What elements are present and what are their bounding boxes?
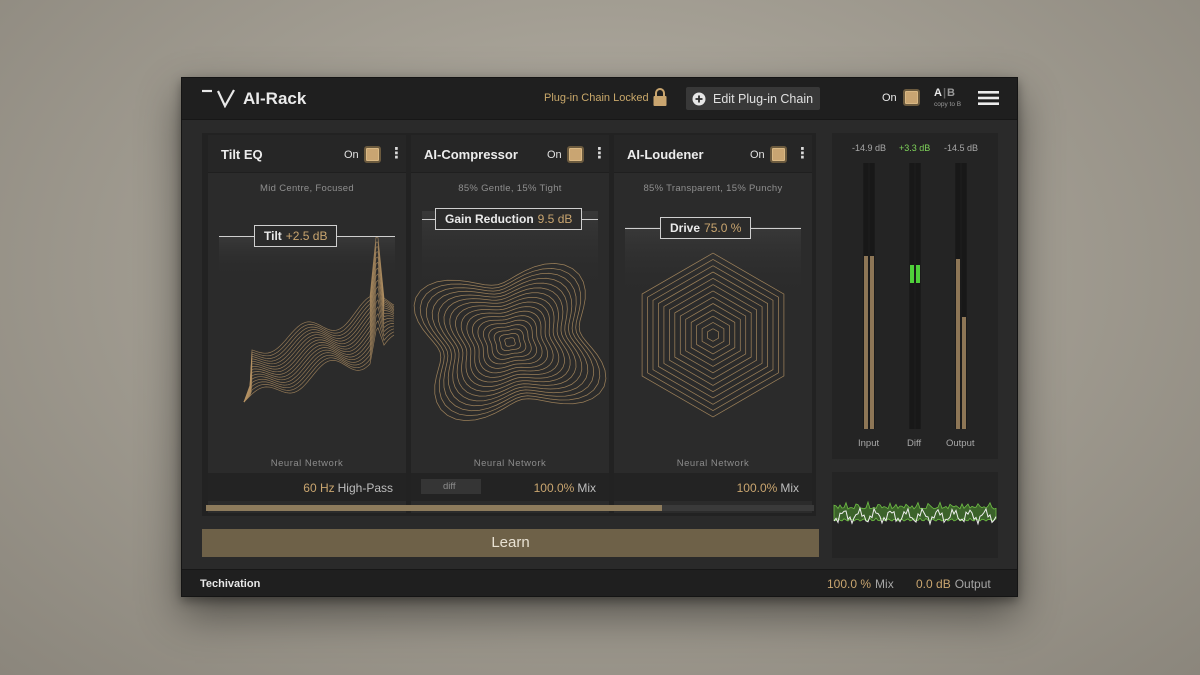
level-meters-panel: -14.9 dB +3.3 dB -14.5 dB Input Diff Out… bbox=[832, 133, 998, 459]
diff-meter bbox=[909, 163, 921, 429]
waveform-display bbox=[832, 472, 998, 558]
module-tilt-eq: Tilt EQ On ⋮ Mid Centre, Focused Tilt +2.… bbox=[208, 135, 406, 513]
brand-label: Techivation bbox=[200, 578, 261, 590]
plus-circle-icon bbox=[692, 92, 706, 105]
module-subtitle: 85% Gentle, 15% Tight bbox=[458, 183, 562, 194]
high-pass-control[interactable]: 60 Hz High-Pass bbox=[303, 481, 393, 495]
drive-param-box[interactable]: Drive 75.0 % bbox=[660, 217, 752, 239]
techivation-logo-icon bbox=[202, 89, 235, 108]
module-bottom-bar: 60 Hz High-Pass bbox=[208, 473, 406, 501]
diff-meter-left-fill bbox=[910, 264, 914, 283]
global-on-label: On bbox=[882, 92, 897, 104]
compressor-visualization[interactable] bbox=[411, 197, 609, 457]
tilt-param-name: Tilt bbox=[264, 229, 282, 243]
hamburger-menu-icon[interactable] bbox=[978, 90, 999, 106]
input-readout: -14.9 dB bbox=[852, 143, 887, 153]
input-meter bbox=[863, 163, 875, 429]
loudener-mix-value: 100.0% bbox=[736, 481, 778, 495]
diff-meter-right-fill bbox=[916, 264, 920, 283]
gain-reduction-name: Gain Reduction bbox=[445, 212, 534, 226]
global-output-value: 0.0 dB bbox=[916, 577, 951, 591]
module-on-label: On bbox=[344, 149, 359, 161]
neural-network-label: Neural Network bbox=[270, 458, 344, 469]
ai-rack-plugin-window: AI-Rack Plug-in Chain Locked Edit Plug-i… bbox=[181, 77, 1018, 597]
ab-separator: | bbox=[942, 87, 947, 99]
module-on-label: On bbox=[547, 149, 562, 161]
compressor-mix-control[interactable]: 100.0% Mix bbox=[534, 481, 596, 495]
module-bottom-bar: 100.0% Mix bbox=[614, 473, 812, 501]
more-options-icon[interactable]: ⋮ bbox=[795, 146, 810, 161]
ab-b-label: B bbox=[947, 87, 955, 99]
input-meter-left-fill bbox=[864, 256, 868, 429]
module-title: Tilt EQ bbox=[221, 147, 263, 162]
global-mix-control[interactable]: 100.0 % Mix bbox=[827, 577, 894, 591]
high-pass-value: 60 Hz bbox=[303, 481, 335, 495]
module-on-label: On bbox=[750, 149, 765, 161]
module-header: AI-Compressor On ⋮ bbox=[411, 135, 609, 173]
output-meter-left-fill bbox=[956, 258, 960, 429]
plugin-chain-area: Tilt EQ On ⋮ Mid Centre, Focused Tilt +2.… bbox=[202, 133, 816, 516]
input-meter-right-fill bbox=[870, 256, 874, 429]
module-title: AI-Compressor bbox=[424, 147, 518, 162]
app-title: AI-Rack bbox=[243, 89, 307, 108]
drive-param-value: 75.0 % bbox=[704, 221, 742, 235]
compressor-mix-unit: Mix bbox=[577, 481, 596, 495]
more-options-icon[interactable]: ⋮ bbox=[592, 146, 607, 161]
tilt-param-value: +2.5 dB bbox=[285, 229, 328, 243]
bottom-bar: Techivation 100.0 % Mix 0.0 dB Output bbox=[182, 569, 1017, 596]
module-ai-loudener: AI-Loudener On ⋮ 85% Transparent, 15% Pu… bbox=[614, 135, 812, 513]
waveform-graph bbox=[833, 500, 997, 526]
input-meter-label: Input bbox=[858, 438, 880, 449]
copy-to-b-button[interactable]: copy to B bbox=[934, 101, 961, 108]
diff-readout: +3.3 dB bbox=[899, 143, 931, 153]
gain-reduction-value: 9.5 dB bbox=[537, 212, 573, 226]
module-bottom-bar: diff 100.0% Mix bbox=[411, 473, 609, 501]
module-title: AI-Loudener bbox=[627, 147, 704, 162]
tilt-param-box[interactable]: Tilt +2.5 dB bbox=[254, 225, 338, 247]
neural-network-label: Neural Network bbox=[676, 458, 750, 469]
learn-button[interactable]: Learn bbox=[202, 529, 819, 557]
global-output-unit: Output bbox=[954, 577, 991, 591]
compressor-mix-value: 100.0% bbox=[533, 481, 575, 495]
ai-compressor-on-toggle[interactable] bbox=[567, 146, 584, 163]
ai-loudener-on-toggle[interactable] bbox=[770, 146, 787, 163]
drive-param-name: Drive bbox=[670, 221, 701, 235]
output-meter bbox=[955, 163, 967, 429]
global-mix-unit: Mix bbox=[875, 577, 894, 591]
more-options-icon[interactable]: ⋮ bbox=[389, 146, 404, 161]
ab-a-label: A bbox=[934, 87, 942, 99]
ab-switch[interactable]: A|B bbox=[934, 87, 955, 99]
module-subtitle: Mid Centre, Focused bbox=[260, 183, 354, 194]
output-readout: -14.5 dB bbox=[944, 143, 979, 153]
global-on-toggle[interactable] bbox=[903, 89, 920, 106]
diff-button[interactable]: diff bbox=[421, 479, 481, 494]
tilt-eq-on-toggle[interactable] bbox=[364, 146, 381, 163]
global-output-control[interactable]: 0.0 dB Output bbox=[916, 577, 991, 591]
chain-locked-label: Plug-in Chain Locked bbox=[544, 92, 649, 104]
output-meter-right-fill bbox=[962, 317, 966, 429]
loudener-mix-control[interactable]: 100.0% Mix bbox=[737, 481, 799, 495]
learn-progress-fill bbox=[206, 505, 662, 511]
learn-progress-bar bbox=[206, 505, 814, 511]
module-header: Tilt EQ On ⋮ bbox=[208, 135, 406, 173]
output-meter-label: Output bbox=[946, 438, 975, 449]
module-ai-compressor: AI-Compressor On ⋮ 85% Gentle, 15% Tight… bbox=[411, 135, 609, 513]
diff-meter-label: Diff bbox=[907, 438, 922, 449]
edit-plugin-chain-button[interactable]: Edit Plug-in Chain bbox=[686, 87, 820, 110]
global-mix-value: 100.0 % bbox=[827, 577, 872, 591]
lock-icon[interactable] bbox=[652, 88, 668, 107]
edit-plugin-chain-label: Edit Plug-in Chain bbox=[713, 91, 814, 106]
gain-reduction-box[interactable]: Gain Reduction 9.5 dB bbox=[435, 208, 583, 230]
module-subtitle: 85% Transparent, 15% Punchy bbox=[643, 183, 783, 194]
loudener-mix-unit: Mix bbox=[780, 481, 799, 495]
module-header: AI-Loudener On ⋮ bbox=[614, 135, 812, 173]
neural-network-label: Neural Network bbox=[473, 458, 547, 469]
top-bar: AI-Rack Plug-in Chain Locked Edit Plug-i… bbox=[182, 78, 1017, 120]
high-pass-unit: High-Pass bbox=[337, 481, 393, 495]
